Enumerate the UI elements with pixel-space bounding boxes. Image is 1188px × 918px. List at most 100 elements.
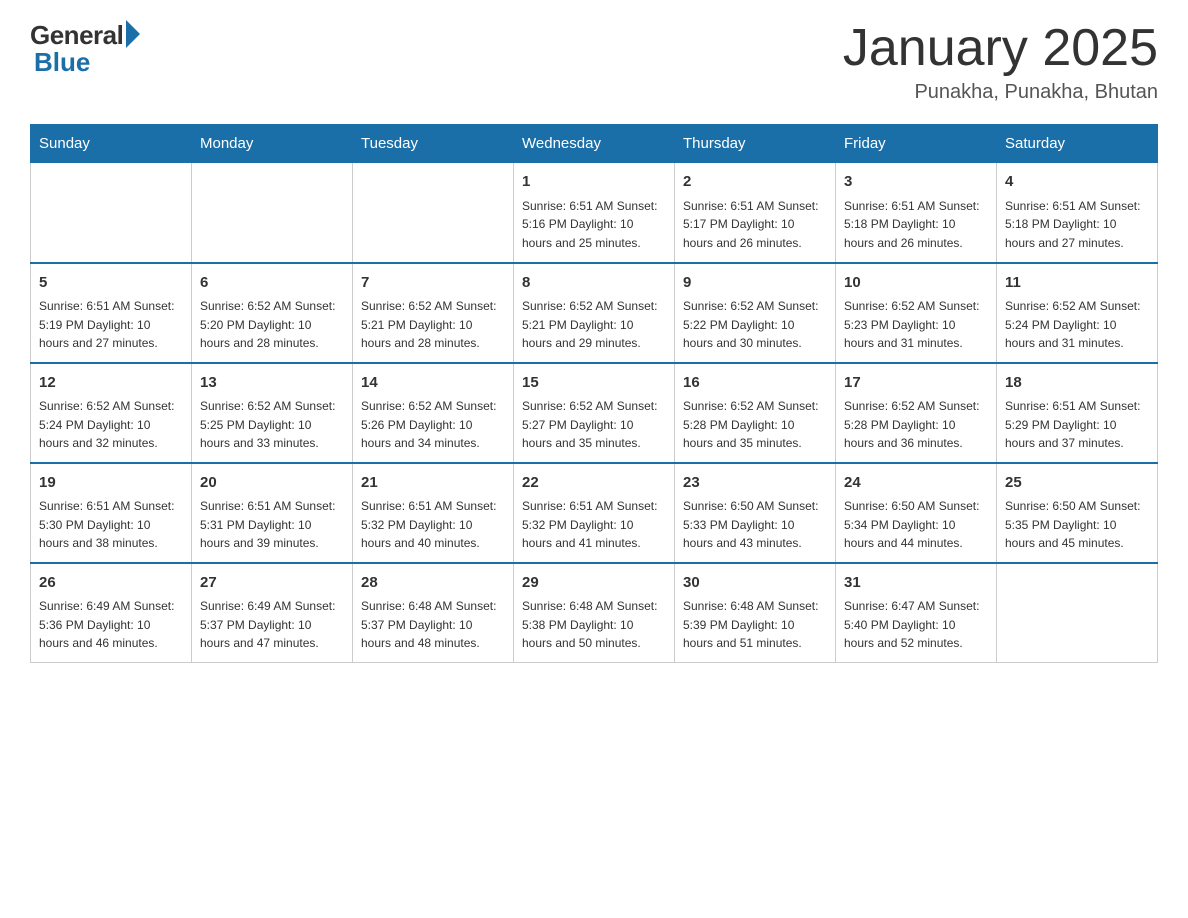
day-number: 13 xyxy=(200,372,344,395)
table-row: 15Sunrise: 6:52 AM Sunset: 5:27 PM Dayli… xyxy=(514,363,675,463)
day-info: Sunrise: 6:51 AM Sunset: 5:17 PM Dayligh… xyxy=(683,197,827,253)
day-info: Sunrise: 6:50 AM Sunset: 5:33 PM Dayligh… xyxy=(683,497,827,553)
day-number: 18 xyxy=(1005,372,1149,395)
day-info: Sunrise: 6:52 AM Sunset: 5:20 PM Dayligh… xyxy=(200,297,344,353)
day-info: Sunrise: 6:51 AM Sunset: 5:32 PM Dayligh… xyxy=(361,497,505,553)
table-row: 27Sunrise: 6:49 AM Sunset: 5:37 PM Dayli… xyxy=(192,563,353,663)
table-row: 12Sunrise: 6:52 AM Sunset: 5:24 PM Dayli… xyxy=(31,363,192,463)
table-row: 2Sunrise: 6:51 AM Sunset: 5:17 PM Daylig… xyxy=(675,163,836,263)
day-info: Sunrise: 6:52 AM Sunset: 5:27 PM Dayligh… xyxy=(522,397,666,453)
day-number: 21 xyxy=(361,472,505,495)
day-number: 15 xyxy=(522,372,666,395)
table-row xyxy=(353,163,514,263)
table-row: 26Sunrise: 6:49 AM Sunset: 5:36 PM Dayli… xyxy=(31,563,192,663)
day-info: Sunrise: 6:52 AM Sunset: 5:23 PM Dayligh… xyxy=(844,297,988,353)
day-number: 16 xyxy=(683,372,827,395)
day-number: 3 xyxy=(844,171,988,194)
day-number: 23 xyxy=(683,472,827,495)
table-row xyxy=(192,163,353,263)
calendar-header-tuesday: Tuesday xyxy=(353,125,514,163)
calendar-header-monday: Monday xyxy=(192,125,353,163)
table-row: 28Sunrise: 6:48 AM Sunset: 5:37 PM Dayli… xyxy=(353,563,514,663)
calendar-week-row: 19Sunrise: 6:51 AM Sunset: 5:30 PM Dayli… xyxy=(31,463,1158,563)
table-row: 30Sunrise: 6:48 AM Sunset: 5:39 PM Dayli… xyxy=(675,563,836,663)
table-row: 23Sunrise: 6:50 AM Sunset: 5:33 PM Dayli… xyxy=(675,463,836,563)
table-row: 19Sunrise: 6:51 AM Sunset: 5:30 PM Dayli… xyxy=(31,463,192,563)
location-text: Punakha, Punakha, Bhutan xyxy=(843,81,1158,104)
day-info: Sunrise: 6:51 AM Sunset: 5:32 PM Dayligh… xyxy=(522,497,666,553)
day-info: Sunrise: 6:48 AM Sunset: 5:39 PM Dayligh… xyxy=(683,597,827,653)
table-row: 17Sunrise: 6:52 AM Sunset: 5:28 PM Dayli… xyxy=(836,363,997,463)
day-info: Sunrise: 6:51 AM Sunset: 5:19 PM Dayligh… xyxy=(39,297,183,353)
day-number: 7 xyxy=(361,272,505,295)
day-info: Sunrise: 6:48 AM Sunset: 5:38 PM Dayligh… xyxy=(522,597,666,653)
table-row xyxy=(997,563,1158,663)
day-number: 24 xyxy=(844,472,988,495)
table-row: 14Sunrise: 6:52 AM Sunset: 5:26 PM Dayli… xyxy=(353,363,514,463)
day-info: Sunrise: 6:51 AM Sunset: 5:29 PM Dayligh… xyxy=(1005,397,1149,453)
table-row: 31Sunrise: 6:47 AM Sunset: 5:40 PM Dayli… xyxy=(836,563,997,663)
logo-blue-text: Blue xyxy=(34,47,90,78)
table-row: 11Sunrise: 6:52 AM Sunset: 5:24 PM Dayli… xyxy=(997,263,1158,363)
day-info: Sunrise: 6:51 AM Sunset: 5:16 PM Dayligh… xyxy=(522,197,666,253)
table-row: 3 Sunrise: 6:51 AM Sunset: 5:18 PM Daylig… xyxy=(836,163,997,263)
day-info: Sunrise: 6:51 AM Sunset: 5:31 PM Dayligh… xyxy=(200,497,344,553)
logo-arrow-icon xyxy=(126,20,140,48)
title-section: January 2025 Punakha, Punakha, Bhutan xyxy=(843,20,1158,104)
table-row: 25Sunrise: 6:50 AM Sunset: 5:35 PM Dayli… xyxy=(997,463,1158,563)
table-row: 1 Sunrise: 6:51 AM Sunset: 5:16 PM Daylig… xyxy=(514,163,675,263)
calendar-week-row: 5Sunrise: 6:51 AM Sunset: 5:19 PM Daylig… xyxy=(31,263,1158,363)
table-row: 18Sunrise: 6:51 AM Sunset: 5:29 PM Dayli… xyxy=(997,363,1158,463)
day-number: 5 xyxy=(39,272,183,295)
day-info: Sunrise: 6:47 AM Sunset: 5:40 PM Dayligh… xyxy=(844,597,988,653)
day-info: Sunrise: 6:52 AM Sunset: 5:28 PM Dayligh… xyxy=(844,397,988,453)
day-number: 10 xyxy=(844,272,988,295)
day-number: 17 xyxy=(844,372,988,395)
day-info: Sunrise: 6:52 AM Sunset: 5:26 PM Dayligh… xyxy=(361,397,505,453)
table-row: 9Sunrise: 6:52 AM Sunset: 5:22 PM Daylig… xyxy=(675,263,836,363)
table-row: 7Sunrise: 6:52 AM Sunset: 5:21 PM Daylig… xyxy=(353,263,514,363)
day-number: 26 xyxy=(39,572,183,595)
day-number: 12 xyxy=(39,372,183,395)
day-info: Sunrise: 6:49 AM Sunset: 5:37 PM Dayligh… xyxy=(200,597,344,653)
day-info: Sunrise: 6:52 AM Sunset: 5:22 PM Dayligh… xyxy=(683,297,827,353)
calendar-header-row: SundayMondayTuesdayWednesdayThursdayFrid… xyxy=(31,125,1158,163)
day-info: Sunrise: 6:52 AM Sunset: 5:21 PM Dayligh… xyxy=(361,297,505,353)
day-info: Sunrise: 6:50 AM Sunset: 5:35 PM Dayligh… xyxy=(1005,497,1149,553)
day-info: Sunrise: 6:51 AM Sunset: 5:18 PM Dayligh… xyxy=(844,197,988,253)
calendar-header-thursday: Thursday xyxy=(675,125,836,163)
calendar-week-row: 12Sunrise: 6:52 AM Sunset: 5:24 PM Dayli… xyxy=(31,363,1158,463)
calendar-header-saturday: Saturday xyxy=(997,125,1158,163)
calendar-header-wednesday: Wednesday xyxy=(514,125,675,163)
day-number: 28 xyxy=(361,572,505,595)
day-number: 29 xyxy=(522,572,666,595)
day-number: 8 xyxy=(522,272,666,295)
day-info: Sunrise: 6:51 AM Sunset: 5:18 PM Dayligh… xyxy=(1005,197,1149,253)
table-row: 5Sunrise: 6:51 AM Sunset: 5:19 PM Daylig… xyxy=(31,263,192,363)
calendar-week-row: 26Sunrise: 6:49 AM Sunset: 5:36 PM Dayli… xyxy=(31,563,1158,663)
page-header: General Blue January 2025 Punakha, Punak… xyxy=(30,20,1158,104)
day-info: Sunrise: 6:52 AM Sunset: 5:25 PM Dayligh… xyxy=(200,397,344,453)
table-row: 20Sunrise: 6:51 AM Sunset: 5:31 PM Dayli… xyxy=(192,463,353,563)
day-number: 4 xyxy=(1005,171,1149,194)
day-number: 30 xyxy=(683,572,827,595)
logo: General Blue xyxy=(30,20,140,78)
day-number: 19 xyxy=(39,472,183,495)
month-title: January 2025 xyxy=(843,20,1158,77)
day-info: Sunrise: 6:48 AM Sunset: 5:37 PM Dayligh… xyxy=(361,597,505,653)
table-row: 22Sunrise: 6:51 AM Sunset: 5:32 PM Dayli… xyxy=(514,463,675,563)
table-row: 6Sunrise: 6:52 AM Sunset: 5:20 PM Daylig… xyxy=(192,263,353,363)
day-number: 6 xyxy=(200,272,344,295)
calendar-table: SundayMondayTuesdayWednesdayThursdayFrid… xyxy=(30,124,1158,663)
day-number: 9 xyxy=(683,272,827,295)
day-number: 22 xyxy=(522,472,666,495)
table-row xyxy=(31,163,192,263)
day-number: 1 xyxy=(522,171,666,194)
day-info: Sunrise: 6:52 AM Sunset: 5:28 PM Dayligh… xyxy=(683,397,827,453)
day-number: 20 xyxy=(200,472,344,495)
day-info: Sunrise: 6:52 AM Sunset: 5:24 PM Dayligh… xyxy=(1005,297,1149,353)
table-row: 4 Sunrise: 6:51 AM Sunset: 5:18 PM Daylig… xyxy=(997,163,1158,263)
day-number: 27 xyxy=(200,572,344,595)
table-row: 29Sunrise: 6:48 AM Sunset: 5:38 PM Dayli… xyxy=(514,563,675,663)
day-number: 25 xyxy=(1005,472,1149,495)
